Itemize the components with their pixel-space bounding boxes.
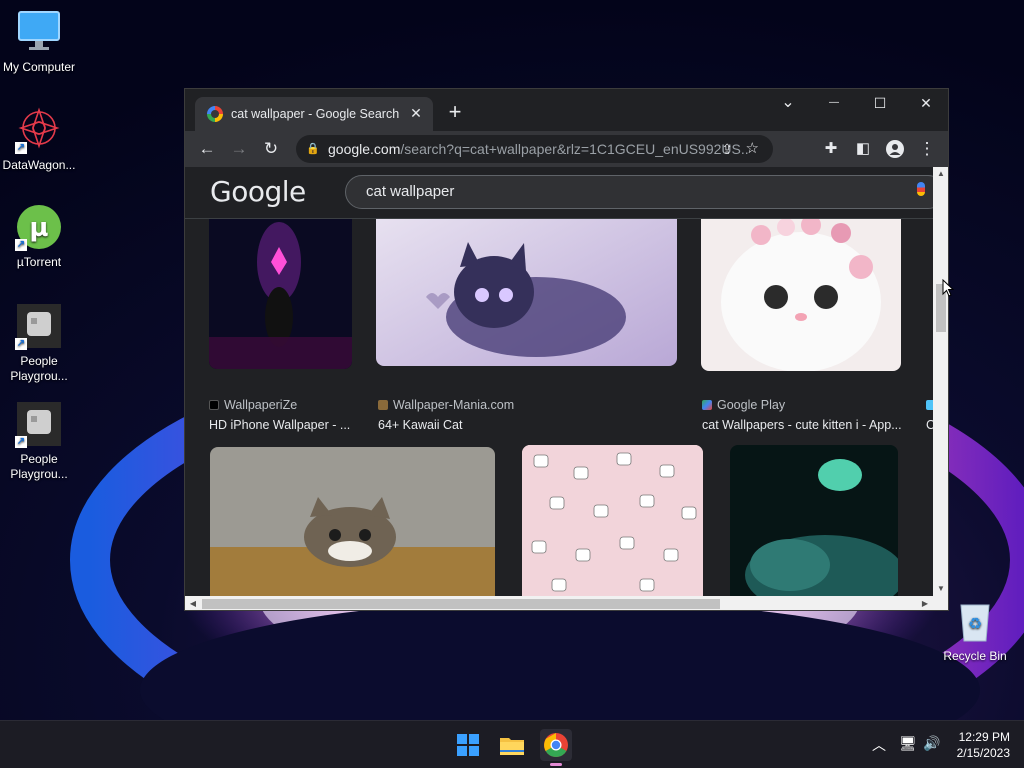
app-icon: ↗ — [15, 302, 63, 350]
scroll-up-arrow-icon[interactable]: ▲ — [933, 167, 948, 181]
chrome-window: cat wallpaper - Google Search ✕ + ⌄ — ☐ … — [184, 88, 949, 611]
url-path: /search?q=cat+wallpaper&rlz=1C1GCEU_enUS… — [400, 141, 748, 157]
browser-toolbar: ← → ↻ 🔒 google.com/search?q=cat+wallpape… — [185, 131, 948, 167]
scroll-down-arrow-icon[interactable]: ▼ — [933, 582, 948, 596]
image-result-1[interactable] — [209, 207, 352, 369]
image-result-3[interactable] — [701, 207, 901, 371]
result-source[interactable]: WallpaperiZe — [209, 398, 297, 412]
utorrent-icon: µ ↗ — [15, 203, 63, 251]
google-logo[interactable]: Google — [210, 175, 306, 208]
show-hidden-icons-chevron-icon[interactable]: ︿ — [872, 735, 886, 755]
google-play-icon — [702, 400, 712, 410]
desktop-icon-label: People Playgrou... — [10, 354, 68, 383]
shortcut-arrow-icon: ↗ — [15, 338, 27, 350]
desktop-icon-datawagon[interactable]: ↗ DataWagon... — [0, 106, 81, 173]
url-host: google.com — [328, 141, 401, 157]
profile-avatar-icon[interactable] — [882, 136, 908, 162]
cat-pattern-image — [522, 445, 703, 596]
taskbar: ︿ 🖥 🔊 12:29 PM 2/15/2023 — [0, 720, 1024, 768]
tabby-kitten-image — [210, 447, 495, 596]
app-icon: ↗ — [15, 400, 63, 448]
search-results-page: Google cat wallpaper WallpaperiZe HD iPh… — [185, 167, 933, 596]
forward-button[interactable]: → — [226, 136, 252, 162]
back-button[interactable]: ← — [194, 136, 220, 162]
new-tab-button[interactable]: + — [443, 101, 467, 125]
scroll-right-arrow-icon[interactable]: ▶ — [917, 596, 933, 610]
desktop-icon-people-playground-1[interactable]: ↗ People Playgrou... — [0, 302, 81, 384]
desktop-icon-label: People Playgrou... — [10, 452, 68, 481]
voice-search-mic-icon[interactable] — [917, 182, 925, 196]
datawagon-logo-icon: ↗ — [15, 106, 63, 154]
image-result-2[interactable] — [376, 207, 677, 366]
shortcut-arrow-icon: ↗ — [15, 142, 27, 154]
result-source[interactable] — [926, 398, 933, 412]
source-favicon-icon — [378, 400, 388, 410]
share-icon[interactable]: ⇪ — [721, 135, 733, 163]
monitor-icon — [15, 8, 63, 56]
shortcut-arrow-icon: ↗ — [15, 239, 27, 251]
desktop-icon-label: µTorrent — [16, 255, 62, 269]
reload-button[interactable]: ↻ — [258, 136, 284, 162]
source-favicon-icon — [209, 400, 219, 410]
close-window-button[interactable]: ✕ — [903, 89, 948, 119]
bookmark-star-icon[interactable]: ☆ — [746, 135, 759, 163]
horizontal-scroll-thumb[interactable] — [202, 599, 720, 609]
extensions-puzzle-icon[interactable]: ✚ — [818, 136, 844, 162]
active-app-indicator — [550, 763, 562, 766]
white-kitten-flowers-image — [701, 207, 901, 371]
desktop-icon-label: DataWagon... — [2, 158, 76, 172]
volume-icon[interactable]: 🔊 — [923, 735, 940, 752]
result-source[interactable]: Google Play — [702, 398, 785, 412]
desktop-icon-utorrent[interactable]: µ ↗ µTorrent — [0, 203, 81, 270]
network-icon[interactable]: 🖥 — [899, 735, 917, 752]
black-cat-neon-image — [209, 207, 352, 369]
clock-date: 2/15/2023 — [956, 746, 1010, 760]
result-source[interactable]: Wallpaper-Mania.com — [378, 398, 514, 412]
chrome-icon[interactable] — [540, 729, 572, 766]
lock-icon: 🔒 — [306, 143, 320, 155]
result-caption[interactable]: HD iPhone Wallpaper - ... — [209, 418, 359, 432]
recycle-bin-icon: ♻ — [951, 597, 999, 645]
side-panel-icon[interactable]: ◧ — [850, 136, 876, 162]
scroll-left-arrow-icon[interactable]: ◀ — [185, 596, 201, 610]
tab-strip: cat wallpaper - Google Search ✕ + ⌄ — ☐ … — [185, 89, 948, 131]
source-favicon-icon — [926, 400, 933, 410]
clock-time: 12:29 PM — [958, 730, 1010, 744]
image-result-7[interactable] — [730, 445, 898, 596]
desktop-icon-label: Recycle Bin — [943, 649, 1007, 663]
result-caption[interactable]: cat Wallpapers - cute kitten i - App... — [702, 418, 902, 432]
desktop-icon-label: My Computer — [2, 60, 76, 74]
mouse-cursor-icon — [942, 278, 955, 302]
butterfly-cat-image — [730, 445, 898, 596]
minimize-button[interactable]: — — [811, 89, 857, 119]
result-caption[interactable]: 64+ Kawaii Cat — [378, 418, 578, 432]
kawaii-cat-image — [376, 207, 677, 366]
google-favicon-icon — [207, 106, 223, 122]
shortcut-arrow-icon: ↗ — [15, 436, 27, 448]
svg-text:µ: µ — [29, 213, 48, 243]
image-result-5[interactable] — [210, 447, 495, 596]
tab-title: cat wallpaper - Google Search — [231, 107, 400, 121]
google-header: Google cat wallpaper — [185, 167, 933, 219]
horizontal-scrollbar[interactable]: ◀ ▶ — [185, 596, 948, 610]
tab-cat-wallpaper[interactable]: cat wallpaper - Google Search ✕ — [195, 97, 433, 131]
tab-close-icon[interactable]: ✕ — [407, 104, 425, 122]
svg-text:♻: ♻ — [968, 614, 982, 633]
search-input[interactable]: cat wallpaper — [345, 175, 933, 209]
maximize-button[interactable]: ☐ — [857, 89, 903, 119]
vertical-scrollbar[interactable]: ▲ ▼ — [933, 167, 948, 596]
desktop-icon-people-playground-2[interactable]: ↗ People Playgrou... — [0, 400, 81, 482]
desktop-icon-my-computer[interactable]: My Computer — [0, 8, 81, 75]
chrome-menu-icon[interactable]: ⋮ — [914, 136, 940, 162]
address-bar[interactable]: 🔒 google.com/search?q=cat+wallpaper&rlz=… — [296, 135, 773, 163]
result-caption[interactable]: C — [926, 418, 933, 432]
file-explorer-icon[interactable] — [496, 729, 528, 761]
system-clock[interactable]: 12:29 PM 2/15/2023 — [957, 729, 1010, 761]
start-icon[interactable] — [452, 729, 484, 761]
tab-search-dropdown-icon[interactable]: ⌄ — [765, 89, 811, 119]
image-result-6[interactable] — [522, 445, 703, 596]
